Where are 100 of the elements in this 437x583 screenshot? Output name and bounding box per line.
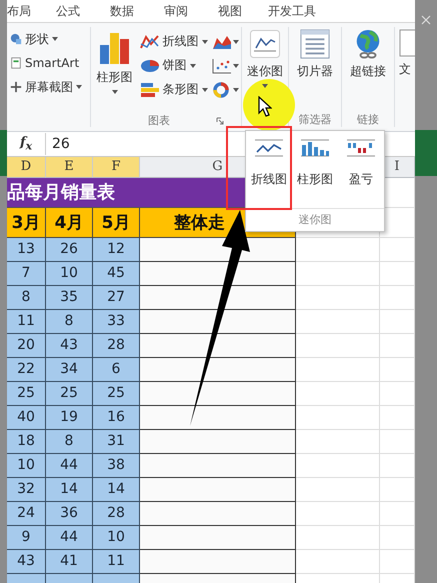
- table-cell: 22: [7, 358, 46, 382]
- table-cell: 25: [7, 382, 46, 406]
- table-cell: 28: [93, 334, 140, 358]
- table-cell: 25: [46, 382, 93, 406]
- table-cell: [380, 238, 415, 262]
- table-cell: 16: [93, 406, 140, 430]
- table-cell: 31: [93, 430, 140, 454]
- caret-icon: [232, 64, 238, 68]
- ribbon-tab[interactable]: 视图: [203, 2, 257, 20]
- table-cell: 10: [46, 262, 93, 286]
- ribbon-button[interactable]: 形状: [10, 29, 58, 49]
- table-cell: 28: [93, 502, 140, 526]
- caret-icon: [190, 64, 196, 68]
- table-cell: 10: [7, 454, 46, 478]
- close-icon[interactable]: [421, 15, 431, 25]
- screenshot-icon: [10, 81, 22, 93]
- table-cell: 35: [46, 286, 93, 310]
- table-cell: 34: [46, 358, 93, 382]
- win-loss-icon: [345, 137, 377, 159]
- table-cell: 10: [93, 526, 140, 550]
- table-header: 3月: [7, 208, 46, 238]
- ribbon-tab[interactable]: 公式: [41, 2, 95, 20]
- group-label: 图表: [148, 113, 170, 128]
- pie-chart-icon: [140, 58, 160, 74]
- table-cell: [380, 334, 415, 358]
- caret-icon: [202, 40, 208, 44]
- slicer-button[interactable]: 切片器: [294, 29, 336, 80]
- ribbon-tab[interactable]: 数据: [95, 2, 149, 20]
- table-cell: 32: [7, 478, 46, 502]
- table-cell: 24: [7, 502, 46, 526]
- caret-icon: [202, 88, 208, 92]
- chart-type-button[interactable]: 条形图: [140, 79, 208, 100]
- group-label: 链接: [357, 112, 379, 127]
- table-cell: 8: [46, 310, 93, 334]
- table-cell: [380, 502, 415, 526]
- table-cell: [380, 430, 415, 454]
- column-header[interactable]: E: [46, 157, 93, 178]
- function-icon[interactable]: f$_{x}$: [7, 135, 45, 153]
- table-cell: 12: [93, 238, 140, 262]
- table-cell: 6: [93, 358, 140, 382]
- table-cell: 44: [46, 454, 93, 478]
- table-cell: 11: [93, 550, 140, 574]
- table-cell: [380, 286, 415, 310]
- table-cell: [380, 526, 415, 550]
- column-header[interactable]: F: [93, 157, 140, 178]
- column-header[interactable]: D: [7, 157, 46, 178]
- caret-icon: [232, 88, 238, 92]
- table-cell: 9: [7, 526, 46, 550]
- chart-type-button[interactable]: 饼图: [140, 55, 208, 76]
- table-cell: [380, 382, 415, 406]
- line-chart-icon: [250, 29, 280, 59]
- chart-type-button[interactable]: 折线图: [140, 31, 208, 52]
- group-label: 迷你图: [246, 208, 384, 227]
- table-header: 4月: [46, 208, 93, 238]
- area-chart-icon: [212, 34, 232, 50]
- table-cell: [380, 550, 415, 574]
- table-cell: 36: [46, 502, 93, 526]
- pointer-icon: [258, 96, 272, 118]
- table-cell: [380, 310, 415, 334]
- dialog-launcher-icon[interactable]: [216, 116, 224, 124]
- ribbon-tab[interactable]: 审阅: [149, 2, 203, 20]
- table-cell: 45: [93, 262, 140, 286]
- table-cell: 27: [93, 286, 140, 310]
- line-chart-icon: [253, 137, 285, 159]
- table-cell: 25: [93, 382, 140, 406]
- table-cell: 19: [46, 406, 93, 430]
- table-cell: [380, 454, 415, 478]
- table-cell: [380, 406, 415, 430]
- table-cell: 41: [46, 550, 93, 574]
- ribbon-tab[interactable]: 开发工具: [257, 2, 327, 20]
- table-cell: 20: [7, 334, 46, 358]
- table-cell: 26: [46, 238, 93, 262]
- caret-icon: [262, 84, 268, 88]
- text-button[interactable]: 文: [399, 29, 415, 78]
- ribbon-tab[interactable]: 布局: [7, 2, 41, 20]
- table-cell: [380, 358, 415, 382]
- caret-icon: [112, 90, 118, 94]
- table-cell: 14: [46, 478, 93, 502]
- column-chart-icon: [299, 137, 331, 159]
- table-cell: 38: [93, 454, 140, 478]
- table-cell: 43: [7, 550, 46, 574]
- smartart-icon: [10, 57, 22, 69]
- column-chart-button[interactable]: 柱形图: [94, 29, 136, 94]
- bar-chart-icon: [140, 82, 160, 98]
- caret-icon: [232, 40, 238, 44]
- scatter-chart-icon: [212, 58, 232, 74]
- table-cell: 18: [7, 430, 46, 454]
- table-cell: 43: [46, 334, 93, 358]
- table-cell: 11: [7, 310, 46, 334]
- donut-chart-icon: [212, 82, 232, 98]
- ribbon-button[interactable]: SmartArt: [10, 53, 80, 73]
- table-cell: [380, 262, 415, 286]
- table-cell: [380, 478, 415, 502]
- hyperlink-button[interactable]: 超链接: [347, 29, 389, 80]
- sparkline-button[interactable]: 迷你图: [244, 29, 286, 88]
- table-cell: 7: [7, 262, 46, 286]
- shapes-icon: [10, 33, 22, 45]
- table-cell: 13: [7, 238, 46, 262]
- ribbon-button[interactable]: 屏幕截图: [10, 77, 82, 97]
- table-cell: 8: [7, 286, 46, 310]
